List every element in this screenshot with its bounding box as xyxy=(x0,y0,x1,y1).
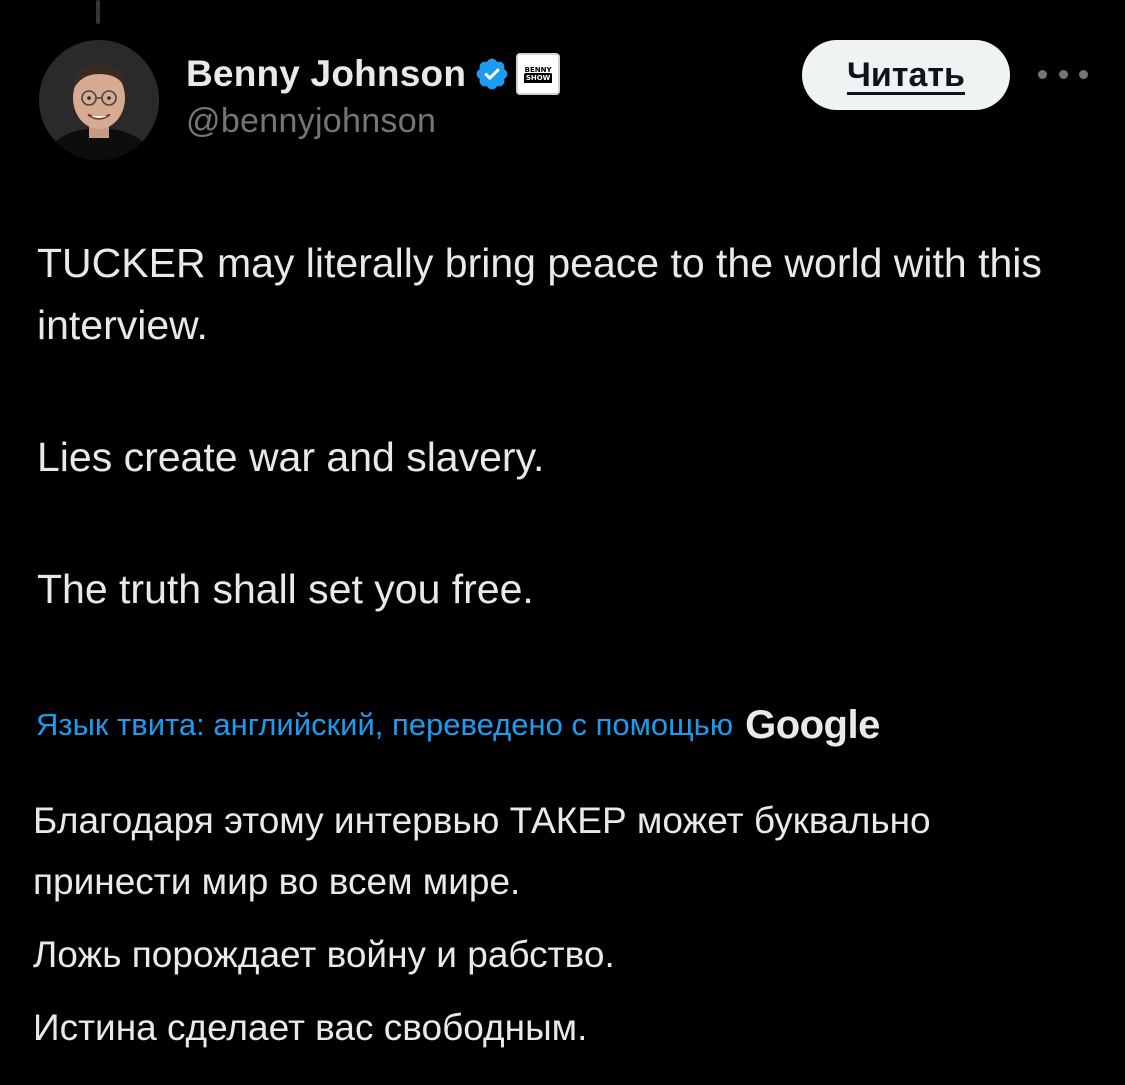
author-handle[interactable]: @bennyjohnson xyxy=(186,102,560,141)
follow-button[interactable]: Читать xyxy=(802,40,1010,110)
translation-label[interactable]: Язык твита: английский, переведено с пом… xyxy=(36,707,733,743)
avatar-image xyxy=(39,40,159,160)
affiliate-badge[interactable]: BENNY SHOW xyxy=(516,53,561,95)
translated-paragraph: Истина сделает вас свободным. xyxy=(33,1007,588,1048)
author-display-name[interactable]: Benny Johnson xyxy=(186,53,466,95)
translated-paragraph: Благодаря этому интервью ТАКЕР может бук… xyxy=(33,800,931,902)
tweet-text: TUCKER may literally bring peace to the … xyxy=(37,232,1077,620)
translated-text: Благодаря этому интервью ТАКЕР может бук… xyxy=(33,790,1093,1058)
avatar[interactable] xyxy=(39,40,159,160)
google-logo: Google xyxy=(745,702,880,747)
translation-attribution[interactable]: Язык твита: английский, переведено с пом… xyxy=(36,700,880,750)
tweet-paragraph: TUCKER may literally bring peace to the … xyxy=(37,240,1042,348)
verified-checkmark-icon[interactable] xyxy=(474,56,510,92)
more-dot xyxy=(1058,69,1068,79)
name-row: Benny Johnson BENNY SHOW xyxy=(186,52,561,96)
translated-paragraph: Ложь порождает войну и рабство. xyxy=(33,934,615,975)
more-options-icon[interactable] xyxy=(1038,62,1088,86)
author-block: Benny Johnson BENNY SHOW @bennyjohnson xyxy=(186,52,561,141)
affiliate-badge-line2: SHOW xyxy=(523,73,553,83)
affiliate-badge-line1: BENNY xyxy=(524,65,552,74)
more-dot xyxy=(1079,69,1088,79)
tweet-paragraph: Lies create war and slavery. xyxy=(37,434,545,480)
thread-connector-line xyxy=(96,0,100,24)
more-dot xyxy=(1038,69,1047,79)
tweet-paragraph: The truth shall set you free. xyxy=(37,566,534,612)
